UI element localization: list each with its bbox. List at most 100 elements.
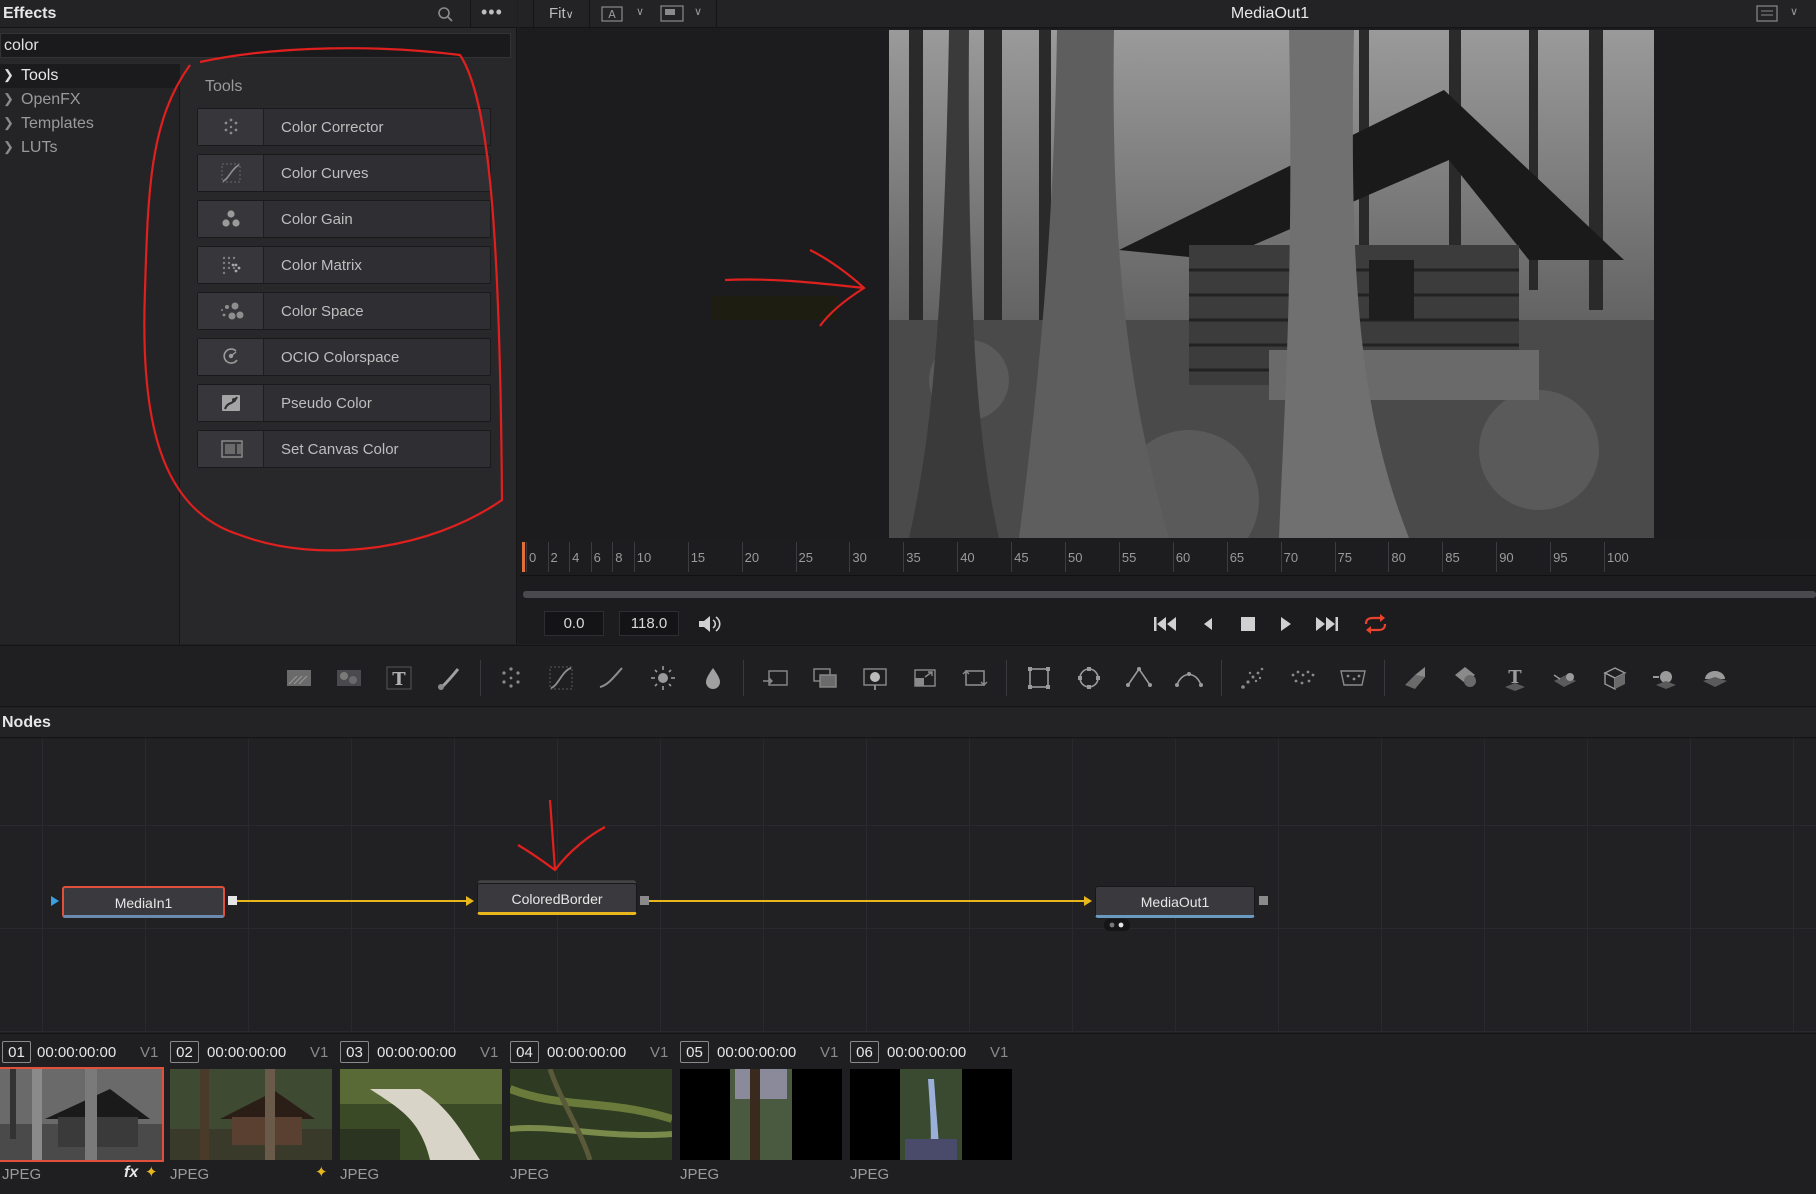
ruler-tick xyxy=(687,542,689,572)
tree-item-label: Templates xyxy=(21,115,94,132)
node-coloredborder[interactable]: ColoredBorder xyxy=(477,883,637,915)
ruler-tick xyxy=(1118,542,1120,572)
channel-booleans-tool-icon[interactable] xyxy=(810,663,840,693)
skip-to-end-icon[interactable] xyxy=(1311,612,1341,636)
color-drop-tool-icon[interactable] xyxy=(698,663,728,693)
ruler-tick-label: 4 xyxy=(572,550,580,565)
ruler-tick-label: 8 xyxy=(615,550,623,565)
clip-thumbnail[interactable] xyxy=(850,1069,1012,1160)
ruler-tick-label: 10 xyxy=(636,550,652,565)
fast-noise-tool-icon[interactable] xyxy=(334,663,364,693)
stop-icon[interactable] xyxy=(1232,612,1262,636)
toolbar-divider xyxy=(1384,660,1385,696)
clip-number: 05 xyxy=(680,1041,709,1063)
volume-icon[interactable] xyxy=(695,612,725,636)
clip-thumbnail[interactable] xyxy=(0,1067,164,1162)
color-curves-tool-icon[interactable] xyxy=(546,663,576,693)
ruler-tick-label: 15 xyxy=(690,550,706,565)
polygon-mask-icon[interactable] xyxy=(1124,663,1154,693)
playhead[interactable] xyxy=(522,542,525,572)
ruler-tick xyxy=(569,542,571,572)
shape3d-icon[interactable] xyxy=(1400,663,1430,693)
loop-icon[interactable] xyxy=(1360,612,1390,636)
skip-to-start-icon[interactable] xyxy=(1151,612,1181,636)
clip-thumbnail[interactable] xyxy=(680,1069,842,1160)
step-back-icon[interactable] xyxy=(1194,612,1224,636)
hue-curves-tool-icon[interactable] xyxy=(596,663,626,693)
timeline-ruler[interactable]: 0 2 4 6 8 10 15 20 25 30 35 40 45 50 55 60 65 70 75 80 85 90 9… xyxy=(520,540,1816,576)
clip-number: 06 xyxy=(850,1041,879,1063)
ruler-tick xyxy=(1388,542,1390,572)
brightness-contrast-tool-icon[interactable] xyxy=(648,663,678,693)
spotlight3d-icon[interactable] xyxy=(1650,663,1680,693)
viewer-options-icon[interactable] xyxy=(1756,5,1778,22)
toolbar-divider xyxy=(589,0,590,28)
text3d-icon[interactable]: T xyxy=(1500,663,1530,693)
display-mode-icon[interactable] xyxy=(660,5,684,22)
particle-style-icon[interactable] xyxy=(1338,663,1368,693)
chevron-down-icon[interactable]: ∨ xyxy=(1790,5,1798,18)
chevron-down-icon[interactable]: ∨ xyxy=(636,5,644,18)
camera3d-icon[interactable] xyxy=(1550,663,1580,693)
node-mediaout1[interactable]: MediaOut1 xyxy=(1095,886,1255,918)
resize-tool-icon[interactable] xyxy=(910,663,940,693)
rectangle-mask-icon[interactable] xyxy=(1024,663,1054,693)
renderer3d-icon[interactable] xyxy=(1600,663,1630,693)
ruler-tick-label: 50 xyxy=(1068,550,1083,565)
node-label: MediaIn1 xyxy=(114,895,173,911)
ruler-tick-label: 45 xyxy=(1014,550,1029,565)
current-time-field[interactable]: 0.0 xyxy=(544,611,604,636)
chevron-right-icon: ❯ xyxy=(3,139,14,154)
node-mediain1[interactable]: MediaIn1 xyxy=(62,886,225,918)
clip-format: JPEG xyxy=(680,1166,720,1183)
ruler-tick-label: 60 xyxy=(1175,550,1191,565)
nodes-header xyxy=(0,708,1816,738)
ruler-tick-label: 6 xyxy=(593,550,601,565)
clip-number: 01 xyxy=(2,1041,31,1063)
color-corrector-tool-icon[interactable] xyxy=(496,663,526,693)
particle-emitter-icon[interactable] xyxy=(1238,663,1268,693)
ruler-tick xyxy=(849,542,851,572)
clip-thumbnail[interactable] xyxy=(510,1069,672,1160)
clip-thumbnail[interactable] xyxy=(340,1069,502,1160)
clip-number: 04 xyxy=(510,1041,539,1063)
ruler-tick xyxy=(1442,542,1444,572)
clip-thumbnail[interactable] xyxy=(170,1069,332,1160)
ruler-tick-label: 35 xyxy=(906,550,921,565)
text-tool-icon[interactable]: T xyxy=(384,663,414,693)
ruler-tick xyxy=(1334,542,1336,572)
matte-control-tool-icon[interactable] xyxy=(860,663,890,693)
merge-tool-icon[interactable] xyxy=(760,663,790,693)
image-plane3d-icon[interactable] xyxy=(1700,663,1730,693)
particle-render-icon[interactable] xyxy=(1288,663,1318,693)
end-time-field[interactable]: 118.0 xyxy=(619,611,679,636)
chevron-right-icon: ❯ xyxy=(3,67,14,82)
channel-a-icon[interactable]: A xyxy=(601,6,623,22)
background-tool-icon[interactable] xyxy=(284,663,314,693)
bspline-mask-icon[interactable] xyxy=(1174,663,1204,693)
transform-tool-icon[interactable] xyxy=(960,663,990,693)
viewer-toolbar xyxy=(518,0,1816,28)
play-icon[interactable] xyxy=(1270,612,1300,636)
clip-timecode: 00:00:00:00 xyxy=(547,1044,627,1061)
viewer-indicator-icon[interactable] xyxy=(1104,919,1130,931)
tree-item-label: Tools xyxy=(21,67,59,84)
tree-item-label: LUTs xyxy=(21,139,58,156)
chevron-down-icon[interactable]: ∨ xyxy=(694,5,702,18)
ruler-tick-label: 55 xyxy=(1121,550,1137,565)
search-icon[interactable] xyxy=(436,5,456,25)
zoom-fit-dropdown[interactable]: Fit∨ xyxy=(549,5,574,22)
scrub-bar[interactable] xyxy=(523,591,1816,598)
clip-timecode: 00:00:00:00 xyxy=(377,1044,457,1061)
ellipse-mask-icon[interactable] xyxy=(1074,663,1104,693)
clip-timecode: 00:00:00:00 xyxy=(717,1044,797,1061)
paint-tool-icon[interactable] xyxy=(434,663,464,693)
chevron-right-icon: ❯ xyxy=(3,91,14,106)
ruler-tick xyxy=(526,542,527,572)
ruler-tick xyxy=(1496,542,1498,572)
merge3d-icon[interactable] xyxy=(1450,663,1480,693)
annotation-arrow xyxy=(712,249,866,327)
more-options-icon[interactable]: ••• xyxy=(481,2,503,23)
clip-number: 03 xyxy=(340,1041,369,1063)
ruler-tick xyxy=(1172,542,1174,572)
